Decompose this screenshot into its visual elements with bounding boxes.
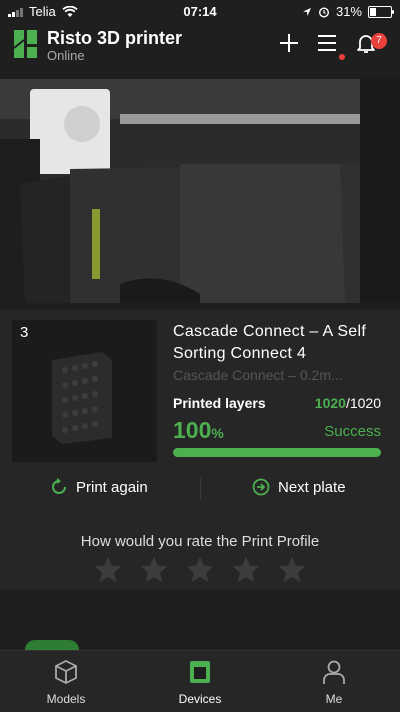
devices-icon: [190, 661, 210, 683]
tab-models[interactable]: Models: [26, 659, 106, 706]
list-icon: [318, 35, 336, 51]
content-below: [0, 615, 400, 660]
add-button[interactable]: [276, 30, 302, 56]
tab-me-label: Me: [325, 692, 343, 706]
bottom-tab-bar: Models Devices Me: [0, 650, 400, 712]
tab-devices-label: Devices: [178, 692, 222, 706]
location-icon: [302, 7, 311, 16]
star-icon-3[interactable]: [184, 554, 216, 586]
layers-label: Printed layers: [173, 395, 266, 411]
job-profile: Cascade Connect – 0.2m...: [173, 367, 343, 383]
layers-total: /1020: [345, 395, 381, 411]
plate-number: 3: [20, 324, 29, 341]
camera-image: [0, 79, 400, 303]
tab-me[interactable]: Me: [294, 659, 374, 706]
next-plate-label: Next plate: [278, 478, 346, 496]
job-title: Cascade Connect – A Self Sorting Connect…: [173, 323, 367, 362]
next-plate-button[interactable]: Next plate: [252, 478, 346, 496]
progress-fill: [173, 448, 381, 457]
star-icon-4[interactable]: [230, 554, 262, 586]
rating-question: How would you rate the Print Profile: [80, 533, 320, 550]
printer-name: Risto 3D printer: [47, 28, 183, 48]
tab-models-label: Models: [46, 692, 86, 706]
percent-unit: %: [211, 425, 224, 441]
action-divider: [200, 478, 201, 500]
tab-devices[interactable]: Devices: [160, 659, 240, 706]
layers-done: 1020: [314, 395, 346, 411]
progress-percent: 100%: [173, 417, 224, 444]
model-preview-image: [52, 352, 112, 444]
battery-percent: 31%: [335, 4, 362, 19]
notification-badge: 7: [371, 33, 387, 49]
refresh-icon: [52, 478, 66, 494]
arrow-right-circle-icon: [252, 478, 270, 496]
status-right: 31%: [302, 4, 394, 19]
print-again-button[interactable]: Print again: [50, 478, 148, 496]
printer-logo-icon: [13, 30, 37, 58]
percent-value: 100: [173, 417, 212, 443]
job-status: Success: [324, 423, 381, 440]
star-rating: [0, 554, 400, 586]
profile-icon: [323, 660, 345, 684]
menu-unread-dot: [339, 54, 345, 60]
printer-status: Online: [47, 48, 85, 63]
print-job-card: 3 Cascade Connect – A Self Sorting Conne…: [0, 310, 400, 510]
status-bar: Telia 07:14 31%: [0, 0, 400, 24]
star-icon-1[interactable]: [92, 554, 124, 586]
menu-button[interactable]: [314, 30, 340, 56]
plus-icon: [280, 34, 298, 52]
models-icon: [55, 659, 77, 685]
star-icon-5[interactable]: [276, 554, 308, 586]
battery-icon: [368, 5, 394, 18]
star-icon-2[interactable]: [138, 554, 170, 586]
alarm-icon: [318, 6, 329, 18]
progress-bar: [173, 448, 381, 457]
plate-thumbnail[interactable]: 3: [12, 320, 157, 462]
app-header: Risto 3D printer Online 7: [0, 24, 400, 74]
camera-feed[interactable]: [0, 79, 400, 303]
print-again-label: Print again: [76, 478, 148, 496]
rating-section: How would you rate the Print Profile: [0, 510, 400, 590]
layers-count: 1020/1020: [315, 395, 381, 411]
